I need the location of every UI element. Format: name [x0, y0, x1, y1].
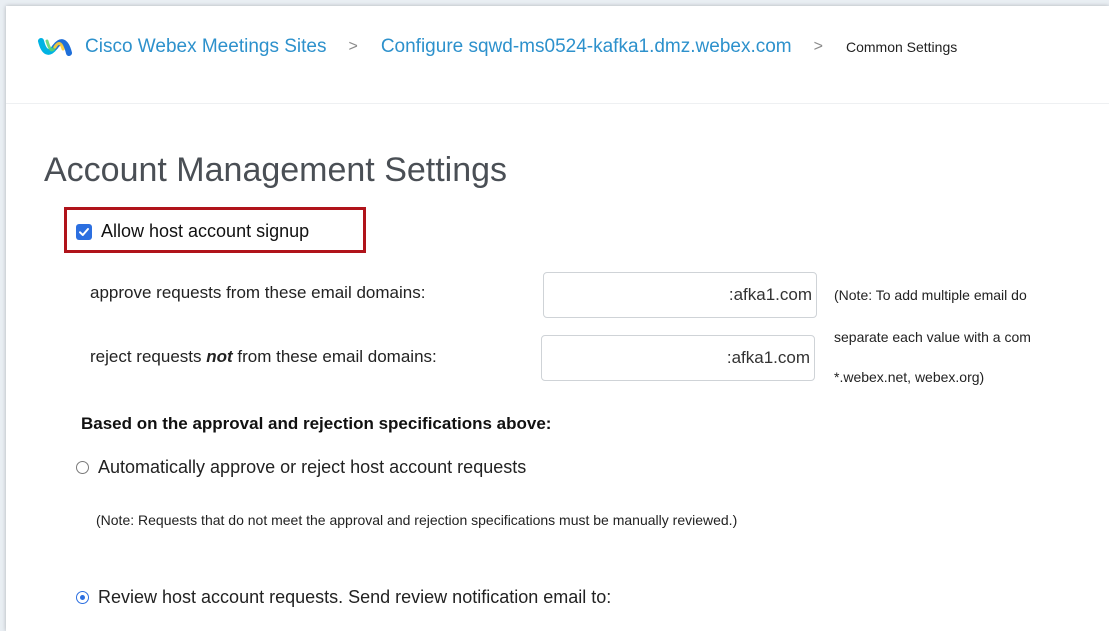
allow-signup-label: Allow host account signup: [101, 221, 310, 241]
domain-note-line-2: separate each value with a com: [834, 329, 1031, 345]
approval-section-heading: Based on the approval and rejection spec…: [81, 414, 552, 433]
domain-note-line-3: *.webex.net, webex.org): [834, 369, 985, 385]
reject-domains-label: reject requests not from these email dom…: [90, 347, 437, 367]
breadcrumb-current: Common Settings: [845, 39, 958, 55]
breadcrumb-separator: >: [813, 38, 823, 55]
breadcrumb-separator: >: [348, 38, 358, 55]
auto-approve-label: Automatically approve or reject host acc…: [98, 457, 527, 477]
breadcrumb: Cisco Webex Meetings Sites > Configure s…: [38, 35, 957, 59]
auto-approve-note: (Note: Requests that do not meet the app…: [96, 512, 738, 528]
header-divider: [6, 103, 1109, 104]
auto-approve-radio-row[interactable]: Automatically approve or reject host acc…: [76, 457, 526, 478]
checkmark-icon: [79, 227, 89, 236]
auto-approve-radio[interactable]: [76, 461, 89, 474]
breadcrumb-link-sites[interactable]: Cisco Webex Meetings Sites: [85, 36, 326, 58]
reject-label-before: reject requests: [90, 347, 207, 366]
page-title: Account Management Settings: [44, 151, 508, 189]
review-requests-radio-row[interactable]: Review host account requests. Send revie…: [76, 587, 611, 608]
allow-signup-checkbox-row[interactable]: Allow host account signup: [76, 221, 309, 242]
main-panel: Cisco Webex Meetings Sites > Configure s…: [6, 6, 1109, 631]
breadcrumb-link-configure-site[interactable]: Configure sqwd-ms0524-kafka1.dmz.webex.c…: [381, 36, 792, 58]
reject-label-emphasis: not: [206, 347, 233, 366]
reject-label-after: from these email domains:: [232, 347, 437, 366]
review-requests-radio[interactable]: [76, 591, 89, 604]
domain-note-line-1: (Note: To add multiple email do: [834, 287, 1027, 303]
approve-domains-input[interactable]: [543, 272, 817, 318]
approve-domains-label: approve requests from these email domain…: [90, 283, 426, 302]
allow-signup-checkbox[interactable]: [76, 223, 92, 240]
reject-domains-input[interactable]: [541, 335, 815, 381]
webex-logo-icon: [38, 35, 72, 59]
review-requests-label: Review host account requests. Send revie…: [98, 587, 612, 607]
